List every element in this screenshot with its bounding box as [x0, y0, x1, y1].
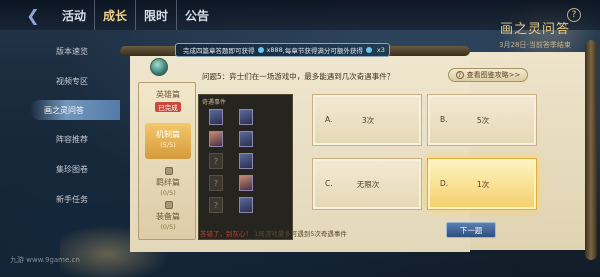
question-text: 问题5：弈士们在一场游戏中，最多能遇到几次奇遇事件？: [202, 72, 395, 81]
left-menu: 版本速览 视频专区 画之灵问答 阵容推荐 集珍图卷 新手任务: [0, 40, 120, 218]
unknown-slot: ?: [209, 197, 223, 213]
page-title: 画之灵问答: [499, 22, 570, 37]
unknown-slot: ?: [209, 175, 223, 191]
option-c[interactable]: C. 无限次: [312, 158, 422, 210]
answer-feedback: 答错了，别灰心！ 1局游戏最多可遇到5次奇遇事件: [200, 228, 460, 238]
menu-item-newbie[interactable]: 新手任务: [0, 188, 120, 210]
reward-banner: 完成四篇章答题即可获得 x888 ,每章节获得满分可额外获得 x3: [175, 43, 390, 57]
tab-activity[interactable]: 活动: [54, 0, 96, 30]
hero-portrait: [239, 175, 253, 191]
option-text: 5次: [476, 116, 490, 125]
hero-portrait: [209, 109, 223, 125]
category-progress: (0/5): [160, 189, 176, 197]
category-heroes[interactable]: 英雄篇 已完成: [145, 89, 191, 117]
category-label: 装备篇: [156, 212, 180, 221]
gem-icon: [257, 47, 264, 53]
reward-text-b: ,每章节获得满分可额外获得: [282, 47, 363, 55]
hero-portrait: [239, 153, 253, 169]
next-question-button[interactable]: 下一题: [446, 222, 496, 238]
guide-button[interactable]: ? 查看图鉴攻略>>: [448, 68, 528, 82]
tab-announcement[interactable]: 公告: [177, 0, 217, 30]
hero-portrait: [239, 109, 253, 125]
menu-item-version[interactable]: 版本速览: [0, 40, 120, 62]
category-mechanics[interactable]: 机制篇 (5/5): [145, 123, 191, 159]
answer-explanation: 1局游戏最多可遇到5次奇遇事件: [254, 230, 347, 238]
option-text: 3次: [361, 116, 375, 125]
tab-limited[interactable]: 限时: [136, 0, 178, 30]
category-progress: (5/5): [160, 141, 176, 149]
menu-item-collection[interactable]: 集珍图卷: [0, 158, 120, 180]
scroll-roller-right: [585, 40, 597, 260]
category-label: 英雄篇: [156, 90, 180, 99]
question-mark-icon: ?: [455, 71, 464, 79]
option-a[interactable]: A. 3次: [312, 94, 422, 146]
reward-text-a: 完成四篇章答题即可获得: [183, 47, 255, 55]
option-text: 无限次: [356, 180, 380, 189]
category-label: 羁绊篇: [156, 178, 180, 187]
guide-button-label: 查看图鉴攻略>>: [466, 71, 521, 79]
hero-portrait: [209, 131, 223, 147]
hero-portrait: [239, 131, 253, 147]
menu-item-lineup[interactable]: 阵容推荐: [0, 128, 120, 150]
gem-icon: [365, 47, 372, 53]
category-label: 机制篇: [156, 130, 180, 139]
lock-icon: [165, 201, 173, 209]
event-period: 3月28日-当前答季结束: [499, 41, 571, 49]
menu-item-quiz[interactable]: 画之灵问答: [30, 100, 120, 120]
lock-icon: [165, 167, 173, 175]
option-b[interactable]: B. 5次: [427, 94, 537, 146]
encounter-grid: 奇遇事件 ? ? ?: [198, 94, 293, 240]
reward-bonus: x3: [376, 46, 385, 54]
category-column: 英雄篇 已完成 机制篇 (5/5) 羁绊篇 (0/5) 装备篇 (0/5): [138, 82, 196, 240]
menu-item-video[interactable]: 视频专区: [0, 70, 120, 92]
watermark: 九游 www.9game.cn: [10, 256, 80, 264]
reward-amount: x888: [266, 46, 283, 54]
grid-title: 奇遇事件: [202, 99, 227, 106]
wrong-message: 答错了，别灰心！: [200, 230, 252, 238]
completed-badge: 已完成: [155, 102, 181, 112]
jewel-ornament-icon: [150, 58, 168, 76]
back-icon[interactable]: ❮: [22, 4, 44, 26]
hero-portrait: [239, 197, 253, 213]
option-d[interactable]: D. 1次: [427, 158, 537, 210]
unknown-slot: ?: [209, 153, 223, 169]
category-synergy[interactable]: 羁绊篇 (0/5): [145, 167, 191, 197]
category-progress: (0/5): [160, 223, 176, 231]
option-text: 1次: [476, 180, 490, 189]
tab-growth[interactable]: 成长: [95, 0, 137, 30]
category-equipment[interactable]: 装备篇 (0/5): [145, 201, 191, 231]
